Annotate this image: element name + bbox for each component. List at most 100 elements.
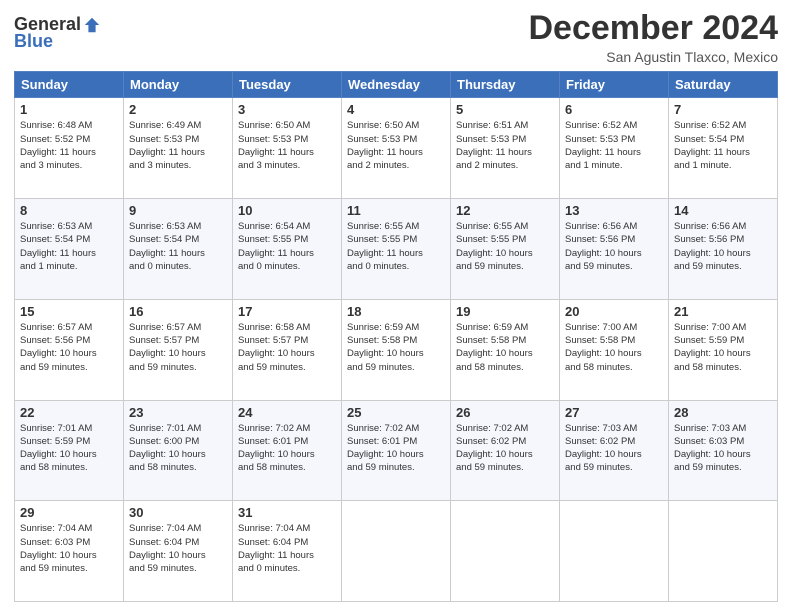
day-info: Sunrise: 7:03 AM Sunset: 6:02 PM Dayligh… bbox=[565, 422, 663, 475]
day-number: 25 bbox=[347, 405, 445, 420]
day-number: 13 bbox=[565, 203, 663, 218]
calendar-cell: 15 Sunrise: 6:57 AM Sunset: 5:56 PM Dayli… bbox=[15, 299, 124, 400]
calendar-cell: 19Sunrise: 6:59 AM Sunset: 5:58 PM Dayli… bbox=[451, 299, 560, 400]
day-number: 29 bbox=[20, 505, 118, 520]
day-info: Sunrise: 6:54 AM Sunset: 5:55 PM Dayligh… bbox=[238, 220, 336, 273]
calendar-cell: 25 Sunrise: 7:02 AM Sunset: 6:01 PM Dayli… bbox=[342, 400, 451, 501]
calendar-cell: 30 Sunrise: 7:04 AM Sunset: 6:04 PM Dayli… bbox=[124, 501, 233, 602]
calendar-header-row: SundayMondayTuesdayWednesdayThursdayFrid… bbox=[15, 72, 778, 98]
day-number: 23 bbox=[129, 405, 227, 420]
day-info: Sunrise: 6:53 AM Sunset: 5:54 PM Dayligh… bbox=[20, 220, 118, 273]
calendar-cell: 2Sunrise: 6:49 AM Sunset: 5:53 PM Daylig… bbox=[124, 98, 233, 199]
logo: General Blue bbox=[14, 14, 101, 52]
day-number: 4 bbox=[347, 102, 445, 117]
weekday-header: Saturday bbox=[669, 72, 778, 98]
calendar-cell: 5Sunrise: 6:51 AM Sunset: 5:53 PM Daylig… bbox=[451, 98, 560, 199]
calendar-cell: 8Sunrise: 6:53 AM Sunset: 5:54 PM Daylig… bbox=[15, 199, 124, 300]
calendar-cell: 6 Sunrise: 6:52 AM Sunset: 5:53 PM Daylig… bbox=[560, 98, 669, 199]
calendar-cell: 29 Sunrise: 7:04 AM Sunset: 6:03 PM Dayli… bbox=[15, 501, 124, 602]
day-info: Sunrise: 7:02 AM Sunset: 6:01 PM Dayligh… bbox=[347, 422, 445, 475]
day-number: 27 bbox=[565, 405, 663, 420]
day-number: 17 bbox=[238, 304, 336, 319]
weekday-header: Thursday bbox=[451, 72, 560, 98]
page: General Blue December 2024 San Agustin T… bbox=[0, 0, 792, 612]
calendar-cell bbox=[560, 501, 669, 602]
calendar-cell: 23 Sunrise: 7:01 AM Sunset: 6:00 PM Dayli… bbox=[124, 400, 233, 501]
calendar-cell: 31Sunrise: 7:04 AM Sunset: 6:04 PM Dayli… bbox=[233, 501, 342, 602]
day-number: 16 bbox=[129, 304, 227, 319]
calendar-cell: 13 Sunrise: 6:56 AM Sunset: 5:56 PM Dayli… bbox=[560, 199, 669, 300]
calendar-cell: 4 Sunrise: 6:50 AM Sunset: 5:53 PM Daylig… bbox=[342, 98, 451, 199]
calendar-cell: 18 Sunrise: 6:59 AM Sunset: 5:58 PM Dayli… bbox=[342, 299, 451, 400]
day-info: Sunrise: 7:02 AM Sunset: 6:02 PM Dayligh… bbox=[456, 422, 554, 475]
day-info: Sunrise: 6:50 AM Sunset: 5:53 PM Dayligh… bbox=[238, 119, 336, 172]
calendar-cell: 17Sunrise: 6:58 AM Sunset: 5:57 PM Dayli… bbox=[233, 299, 342, 400]
calendar-cell bbox=[669, 501, 778, 602]
calendar-week-row: 8Sunrise: 6:53 AM Sunset: 5:54 PM Daylig… bbox=[15, 199, 778, 300]
day-number: 10 bbox=[238, 203, 336, 218]
location: San Agustin Tlaxco, Mexico bbox=[528, 49, 778, 65]
calendar-cell: 1 Sunrise: 6:48 AM Sunset: 5:52 PM Daylig… bbox=[15, 98, 124, 199]
weekday-header: Wednesday bbox=[342, 72, 451, 98]
day-info: Sunrise: 6:59 AM Sunset: 5:58 PM Dayligh… bbox=[456, 321, 554, 374]
day-number: 21 bbox=[674, 304, 772, 319]
calendar-cell: 16 Sunrise: 6:57 AM Sunset: 5:57 PM Dayli… bbox=[124, 299, 233, 400]
day-info: Sunrise: 6:55 AM Sunset: 5:55 PM Dayligh… bbox=[456, 220, 554, 273]
calendar-cell: 14 Sunrise: 6:56 AM Sunset: 5:56 PM Dayli… bbox=[669, 199, 778, 300]
day-info: Sunrise: 6:56 AM Sunset: 5:56 PM Dayligh… bbox=[565, 220, 663, 273]
logo-blue: Blue bbox=[14, 31, 53, 52]
calendar-cell: 12 Sunrise: 6:55 AM Sunset: 5:55 PM Dayli… bbox=[451, 199, 560, 300]
calendar-week-row: 29 Sunrise: 7:04 AM Sunset: 6:03 PM Dayli… bbox=[15, 501, 778, 602]
calendar-cell: 20 Sunrise: 7:00 AM Sunset: 5:58 PM Dayli… bbox=[560, 299, 669, 400]
day-info: Sunrise: 7:00 AM Sunset: 5:58 PM Dayligh… bbox=[565, 321, 663, 374]
header: General Blue December 2024 San Agustin T… bbox=[14, 10, 778, 65]
day-info: Sunrise: 7:01 AM Sunset: 6:00 PM Dayligh… bbox=[129, 422, 227, 475]
day-info: Sunrise: 6:59 AM Sunset: 5:58 PM Dayligh… bbox=[347, 321, 445, 374]
day-number: 6 bbox=[565, 102, 663, 117]
day-number: 14 bbox=[674, 203, 772, 218]
day-number: 15 bbox=[20, 304, 118, 319]
day-info: Sunrise: 6:57 AM Sunset: 5:57 PM Dayligh… bbox=[129, 321, 227, 374]
day-number: 22 bbox=[20, 405, 118, 420]
day-number: 24 bbox=[238, 405, 336, 420]
logo-icon bbox=[83, 16, 101, 34]
day-number: 5 bbox=[456, 102, 554, 117]
calendar-cell: 24Sunrise: 7:02 AM Sunset: 6:01 PM Dayli… bbox=[233, 400, 342, 501]
weekday-header: Tuesday bbox=[233, 72, 342, 98]
day-info: Sunrise: 7:00 AM Sunset: 5:59 PM Dayligh… bbox=[674, 321, 772, 374]
calendar-cell: 11 Sunrise: 6:55 AM Sunset: 5:55 PM Dayli… bbox=[342, 199, 451, 300]
day-number: 30 bbox=[129, 505, 227, 520]
calendar-cell: 10 Sunrise: 6:54 AM Sunset: 5:55 PM Dayli… bbox=[233, 199, 342, 300]
day-info: Sunrise: 7:04 AM Sunset: 6:03 PM Dayligh… bbox=[20, 522, 118, 575]
title-section: December 2024 San Agustin Tlaxco, Mexico bbox=[528, 10, 778, 65]
day-info: Sunrise: 6:55 AM Sunset: 5:55 PM Dayligh… bbox=[347, 220, 445, 273]
calendar-cell: 26 Sunrise: 7:02 AM Sunset: 6:02 PM Dayli… bbox=[451, 400, 560, 501]
day-info: Sunrise: 6:48 AM Sunset: 5:52 PM Dayligh… bbox=[20, 119, 118, 172]
day-number: 11 bbox=[347, 203, 445, 218]
day-number: 26 bbox=[456, 405, 554, 420]
day-number: 18 bbox=[347, 304, 445, 319]
weekday-header: Monday bbox=[124, 72, 233, 98]
calendar-cell: 3Sunrise: 6:50 AM Sunset: 5:53 PM Daylig… bbox=[233, 98, 342, 199]
day-info: Sunrise: 7:04 AM Sunset: 6:04 PM Dayligh… bbox=[129, 522, 227, 575]
day-info: Sunrise: 6:52 AM Sunset: 5:53 PM Dayligh… bbox=[565, 119, 663, 172]
day-info: Sunrise: 7:04 AM Sunset: 6:04 PM Dayligh… bbox=[238, 522, 336, 575]
day-info: Sunrise: 7:01 AM Sunset: 5:59 PM Dayligh… bbox=[20, 422, 118, 475]
calendar-cell: 27 Sunrise: 7:03 AM Sunset: 6:02 PM Dayli… bbox=[560, 400, 669, 501]
day-number: 12 bbox=[456, 203, 554, 218]
day-number: 20 bbox=[565, 304, 663, 319]
calendar-cell bbox=[342, 501, 451, 602]
calendar-week-row: 1 Sunrise: 6:48 AM Sunset: 5:52 PM Daylig… bbox=[15, 98, 778, 199]
day-info: Sunrise: 6:52 AM Sunset: 5:54 PM Dayligh… bbox=[674, 119, 772, 172]
calendar-cell bbox=[451, 501, 560, 602]
day-number: 1 bbox=[20, 102, 118, 117]
calendar-cell: 21 Sunrise: 7:00 AM Sunset: 5:59 PM Dayli… bbox=[669, 299, 778, 400]
calendar-cell: 22 Sunrise: 7:01 AM Sunset: 5:59 PM Dayli… bbox=[15, 400, 124, 501]
day-info: Sunrise: 6:50 AM Sunset: 5:53 PM Dayligh… bbox=[347, 119, 445, 172]
day-info: Sunrise: 6:57 AM Sunset: 5:56 PM Dayligh… bbox=[20, 321, 118, 374]
calendar-week-row: 22 Sunrise: 7:01 AM Sunset: 5:59 PM Dayli… bbox=[15, 400, 778, 501]
day-number: 9 bbox=[129, 203, 227, 218]
day-info: Sunrise: 6:56 AM Sunset: 5:56 PM Dayligh… bbox=[674, 220, 772, 273]
day-info: Sunrise: 6:53 AM Sunset: 5:54 PM Dayligh… bbox=[129, 220, 227, 273]
calendar-table: SundayMondayTuesdayWednesdayThursdayFrid… bbox=[14, 71, 778, 602]
